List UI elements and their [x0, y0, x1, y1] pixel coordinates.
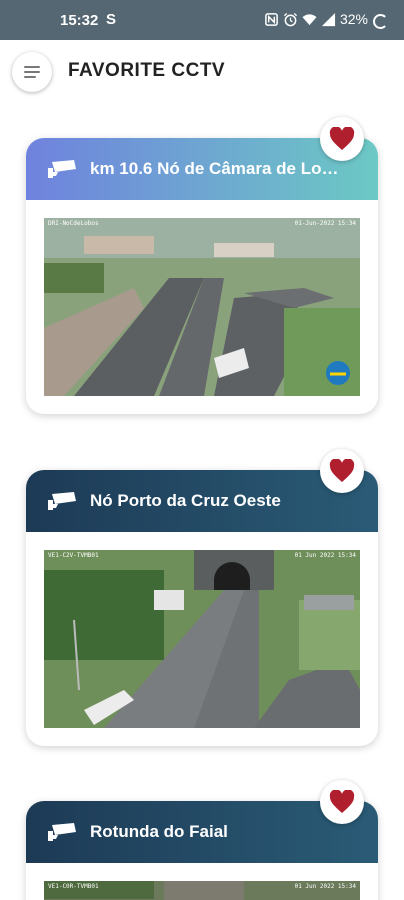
signal-icon [321, 12, 336, 26]
favorite-button[interactable] [320, 449, 364, 493]
cctv-card[interactable]: Rotunda do Faial VE1-C0R-TVMB01 01 Jun 2… [26, 780, 378, 900]
feed-osd-label: DRI-NoCdeLobos [48, 220, 99, 227]
feed-osd-timestamp: 01 Jun 2022 15:34 [294, 552, 356, 559]
wifi-icon [302, 13, 317, 25]
app-bar: FAVORITE CCTV [0, 40, 404, 104]
card-title: Nó Porto da Cruz Oeste [90, 491, 281, 510]
heart-icon [329, 127, 355, 150]
camera-feed-image[interactable]: DRI-NoCdeLobos 01-Jun-2022 15:34 [44, 218, 360, 396]
status-bar: 15:32 S 32% [0, 0, 404, 40]
nfc-icon [265, 12, 278, 26]
battery-percent: 32% [339, 11, 368, 27]
status-icons: 32% [264, 11, 368, 27]
feed-osd-timestamp: 01 Jun 2022 15:34 [294, 883, 356, 890]
camera-feed-image[interactable]: VE1-C2V-TVMB01 01 Jun 2022 15:34 [44, 550, 360, 728]
menu-button[interactable] [12, 52, 52, 92]
feed-osd-label: VE1-C2V-TVMB01 [48, 552, 99, 559]
s-app-icon: S [106, 11, 117, 28]
cctv-camera-icon [48, 492, 76, 510]
alarm-icon [283, 12, 298, 26]
menu-icon-line [24, 66, 40, 68]
road-scene [44, 218, 360, 396]
menu-icon-line [24, 71, 40, 73]
road-scene [44, 550, 360, 728]
page-title: FAVORITE CCTV [68, 60, 226, 81]
cctv-camera-icon [48, 823, 76, 841]
card-title: Rotunda do Faial [90, 822, 228, 841]
favorite-button[interactable] [320, 117, 364, 161]
favorite-button[interactable] [320, 780, 364, 824]
battery-icon [373, 14, 388, 29]
card-title: km 10.6 Nó de Câmara de Lob... [90, 159, 340, 178]
feed-osd-label: VE1-C0R-TVMB01 [48, 883, 99, 890]
heart-icon [329, 790, 355, 813]
camera-feed-image[interactable]: VE1-C0R-TVMB01 01 Jun 2022 15:34 [44, 881, 360, 900]
cctv-card[interactable]: km 10.6 Nó de Câmara de Lob... DRI-NoCde… [26, 117, 378, 414]
status-time: 15:32 [60, 12, 99, 29]
cctv-camera-icon [48, 160, 76, 178]
cctv-card[interactable]: Nó Porto da Cruz Oeste VE1-C2V-TVMB01 01… [26, 449, 378, 746]
menu-icon-line [24, 76, 36, 78]
heart-icon [329, 459, 355, 482]
feed-osd-timestamp: 01-Jun-2022 15:34 [294, 220, 356, 227]
